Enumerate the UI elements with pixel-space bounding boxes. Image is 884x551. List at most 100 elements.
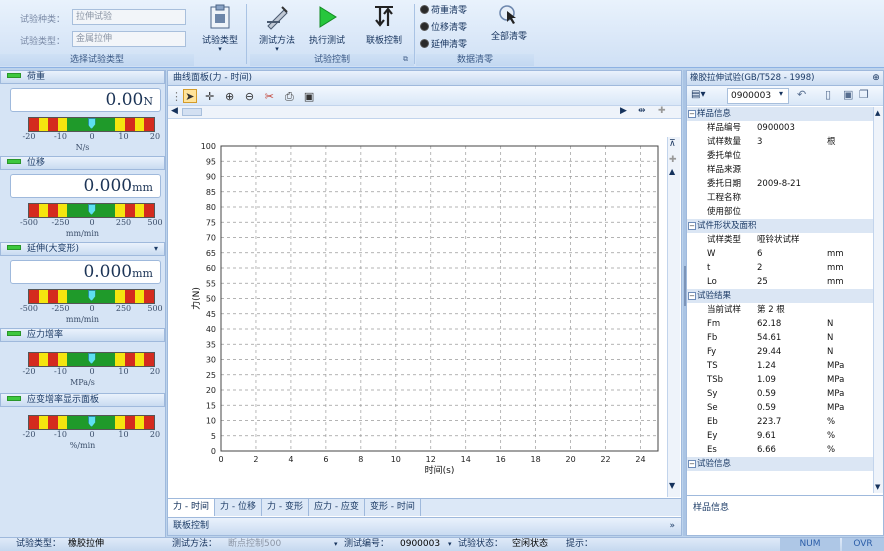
joint-control-button[interactable]: 联板控制 (360, 4, 408, 46)
strain-rate-ticks: -20 -10 0 10 20 (0, 430, 165, 441)
scroll-right-icon[interactable]: ▶ (620, 106, 627, 116)
view-icon[interactable]: ▤▾ (691, 89, 705, 100)
collapse-toggle-icon[interactable]: − (688, 222, 696, 230)
collapse-toggle-icon[interactable]: − (688, 460, 696, 468)
x-tick-label: 12 (426, 455, 436, 464)
property-row[interactable]: Lo 25 mm (687, 275, 873, 289)
pointer-icon[interactable]: ➤ (182, 89, 197, 103)
green-bar-icon (7, 331, 21, 336)
expand-icon[interactable]: ✚ (658, 106, 666, 116)
property-row[interactable]: Fm 62.18 N (687, 317, 873, 331)
gauge-segment (144, 416, 154, 429)
select-test-type-button[interactable]: 试验类型 ▾ (198, 4, 242, 53)
gauge-segment (115, 416, 126, 429)
chevron-down-icon[interactable]: ▾ (154, 243, 158, 255)
fit-width-icon[interactable]: ⇹ (638, 106, 646, 116)
print-icon[interactable]: ⎙ (282, 90, 296, 104)
save-icon[interactable]: ▣ (843, 88, 853, 101)
property-section[interactable]: − 试验信息 (687, 457, 873, 471)
x-tick-label: 6 (323, 455, 328, 464)
property-row[interactable]: Sy 0.59 MPa (687, 387, 873, 401)
chevron-down-icon[interactable]: ▾ (334, 538, 338, 551)
property-row[interactable]: 样品编号 0900003 (687, 121, 873, 135)
new-icon[interactable]: ▯ (825, 88, 831, 101)
test-kind-field[interactable]: 拉伸试验 (72, 9, 186, 25)
scroll-down-icon[interactable]: ▼ (875, 483, 880, 491)
tab-force-time[interactable]: 力 - 时间 (168, 499, 215, 516)
scroll-thumb[interactable] (182, 108, 202, 116)
property-row[interactable]: 委托日期 2009-8-21 (687, 177, 873, 191)
extension-panel-title[interactable]: 延伸(大变形) ▾ (0, 242, 165, 256)
horizontal-scrollbar[interactable]: ◀ ▶ ⇹ ✚ (168, 106, 681, 119)
collapse-icon[interactable]: » (669, 518, 675, 535)
v-expand-icon[interactable]: ✚ (669, 155, 677, 165)
property-section[interactable]: − 试验结果 (687, 289, 873, 303)
joint-control-bar[interactable]: 联板控制 » (168, 517, 681, 535)
property-section[interactable]: − 试件形状及面积 (687, 219, 873, 233)
property-row[interactable]: 当前试样 第 2 根 (687, 303, 873, 317)
tab-force-displacement[interactable]: 力 - 位移 (215, 499, 262, 516)
zero-displacement-button[interactable]: 位移清零 (420, 20, 467, 33)
save-chart-icon[interactable]: ▣ (302, 90, 316, 104)
zero-all-button[interactable]: 全部清零 (488, 4, 530, 42)
property-section[interactable]: − 样品信息 (687, 107, 873, 121)
zoom-out-icon[interactable]: ⊖ (243, 90, 257, 104)
property-row[interactable]: Es 6.66% (687, 443, 873, 457)
property-row[interactable]: Fy 29.44 N (687, 345, 873, 359)
property-row[interactable]: W 6 mm (687, 247, 873, 261)
dialog-launcher-icon[interactable]: ⧉ (403, 55, 408, 64)
property-row[interactable]: TS 1.24 MPa (687, 359, 873, 373)
chevron-down-icon[interactable]: ▾ (448, 538, 452, 551)
gauge-segment (115, 204, 126, 217)
fit-height-icon[interactable]: ⊼ (669, 139, 676, 149)
property-row[interactable]: Se 0.59 MPa (687, 401, 873, 415)
strain-rate-gauge (28, 415, 155, 430)
x-tick-label: 4 (288, 455, 293, 464)
undo-icon[interactable]: ↶ (797, 88, 806, 101)
property-row[interactable]: 试样数量 3 根 (687, 135, 873, 149)
scroll-up-icon[interactable]: ▲ (875, 109, 880, 117)
chevron-down-icon[interactable]: ▾ (779, 89, 783, 98)
zoom-in-icon[interactable]: ⊕ (223, 90, 237, 104)
tab-stress-strain[interactable]: 应力 - 应变 (309, 499, 365, 516)
run-test-button[interactable]: 执行测试 (304, 4, 350, 46)
property-scrollbar[interactable]: ▲ ▼ (873, 107, 883, 493)
scroll-down-icon[interactable]: ▼ (669, 481, 675, 490)
gauge-segment (38, 204, 49, 217)
tab-force-deformation[interactable]: 力 - 变形 (262, 499, 309, 516)
test-method-button[interactable]: 测试方法 ▾ (255, 4, 299, 53)
property-row[interactable]: TSb 1.09 MPa (687, 373, 873, 387)
scissors-icon[interactable]: ✂ (262, 90, 276, 104)
joint-control-label: 联板控制 (365, 36, 402, 46)
zero-load-button[interactable]: 荷重清零 (420, 3, 467, 16)
test-type-field[interactable]: 金属拉伸 (72, 31, 186, 47)
property-row[interactable]: Eb 223.7% (687, 415, 873, 429)
pin-icon[interactable]: ⊕ (870, 72, 882, 84)
collapse-toggle-icon[interactable]: − (688, 292, 696, 300)
status-bar: 试验类型： 橡胶拉伸 测试方法： 断点控制500 ▾ 测试编号： 0900003… (0, 537, 884, 551)
property-row[interactable]: Fb 54.61 N (687, 331, 873, 345)
property-row[interactable]: 工程名称 (687, 191, 873, 205)
gauge-segment (115, 290, 126, 303)
gauge-segment (67, 416, 78, 429)
property-row[interactable]: t 2 mm (687, 261, 873, 275)
zero-extension-button[interactable]: 延伸清零 (420, 37, 467, 50)
scroll-left-icon[interactable]: ◀ (171, 106, 178, 116)
property-row[interactable]: 委托单位 (687, 149, 873, 163)
tab-deformation-time[interactable]: 变形 - 时间 (365, 499, 421, 516)
property-row[interactable]: Ey 9.61% (687, 429, 873, 443)
property-row[interactable]: 样品来源 (687, 163, 873, 177)
scroll-up-icon[interactable]: ▲ (669, 167, 675, 176)
vertical-scrollbar[interactable]: ⊼ ✚ ▲ ▼ (667, 137, 680, 497)
property-row[interactable]: 使用部位 (687, 205, 873, 219)
copy-icon[interactable]: ❐ (859, 88, 869, 101)
property-row[interactable]: 试样类型 哑铃状试样 (687, 233, 873, 247)
crosshair-icon[interactable]: ✛ (203, 90, 217, 104)
section-title: 试验结果 (697, 291, 732, 301)
collapse-toggle-icon[interactable]: − (688, 110, 696, 118)
gauge-segment (96, 290, 106, 303)
property-unit: MPa (827, 375, 845, 385)
force-time-chart[interactable]: 0510152025303540455055606570758085909510… (168, 121, 681, 497)
gauge-tick-label: -20 (22, 367, 36, 376)
gauge-segment (48, 204, 58, 217)
